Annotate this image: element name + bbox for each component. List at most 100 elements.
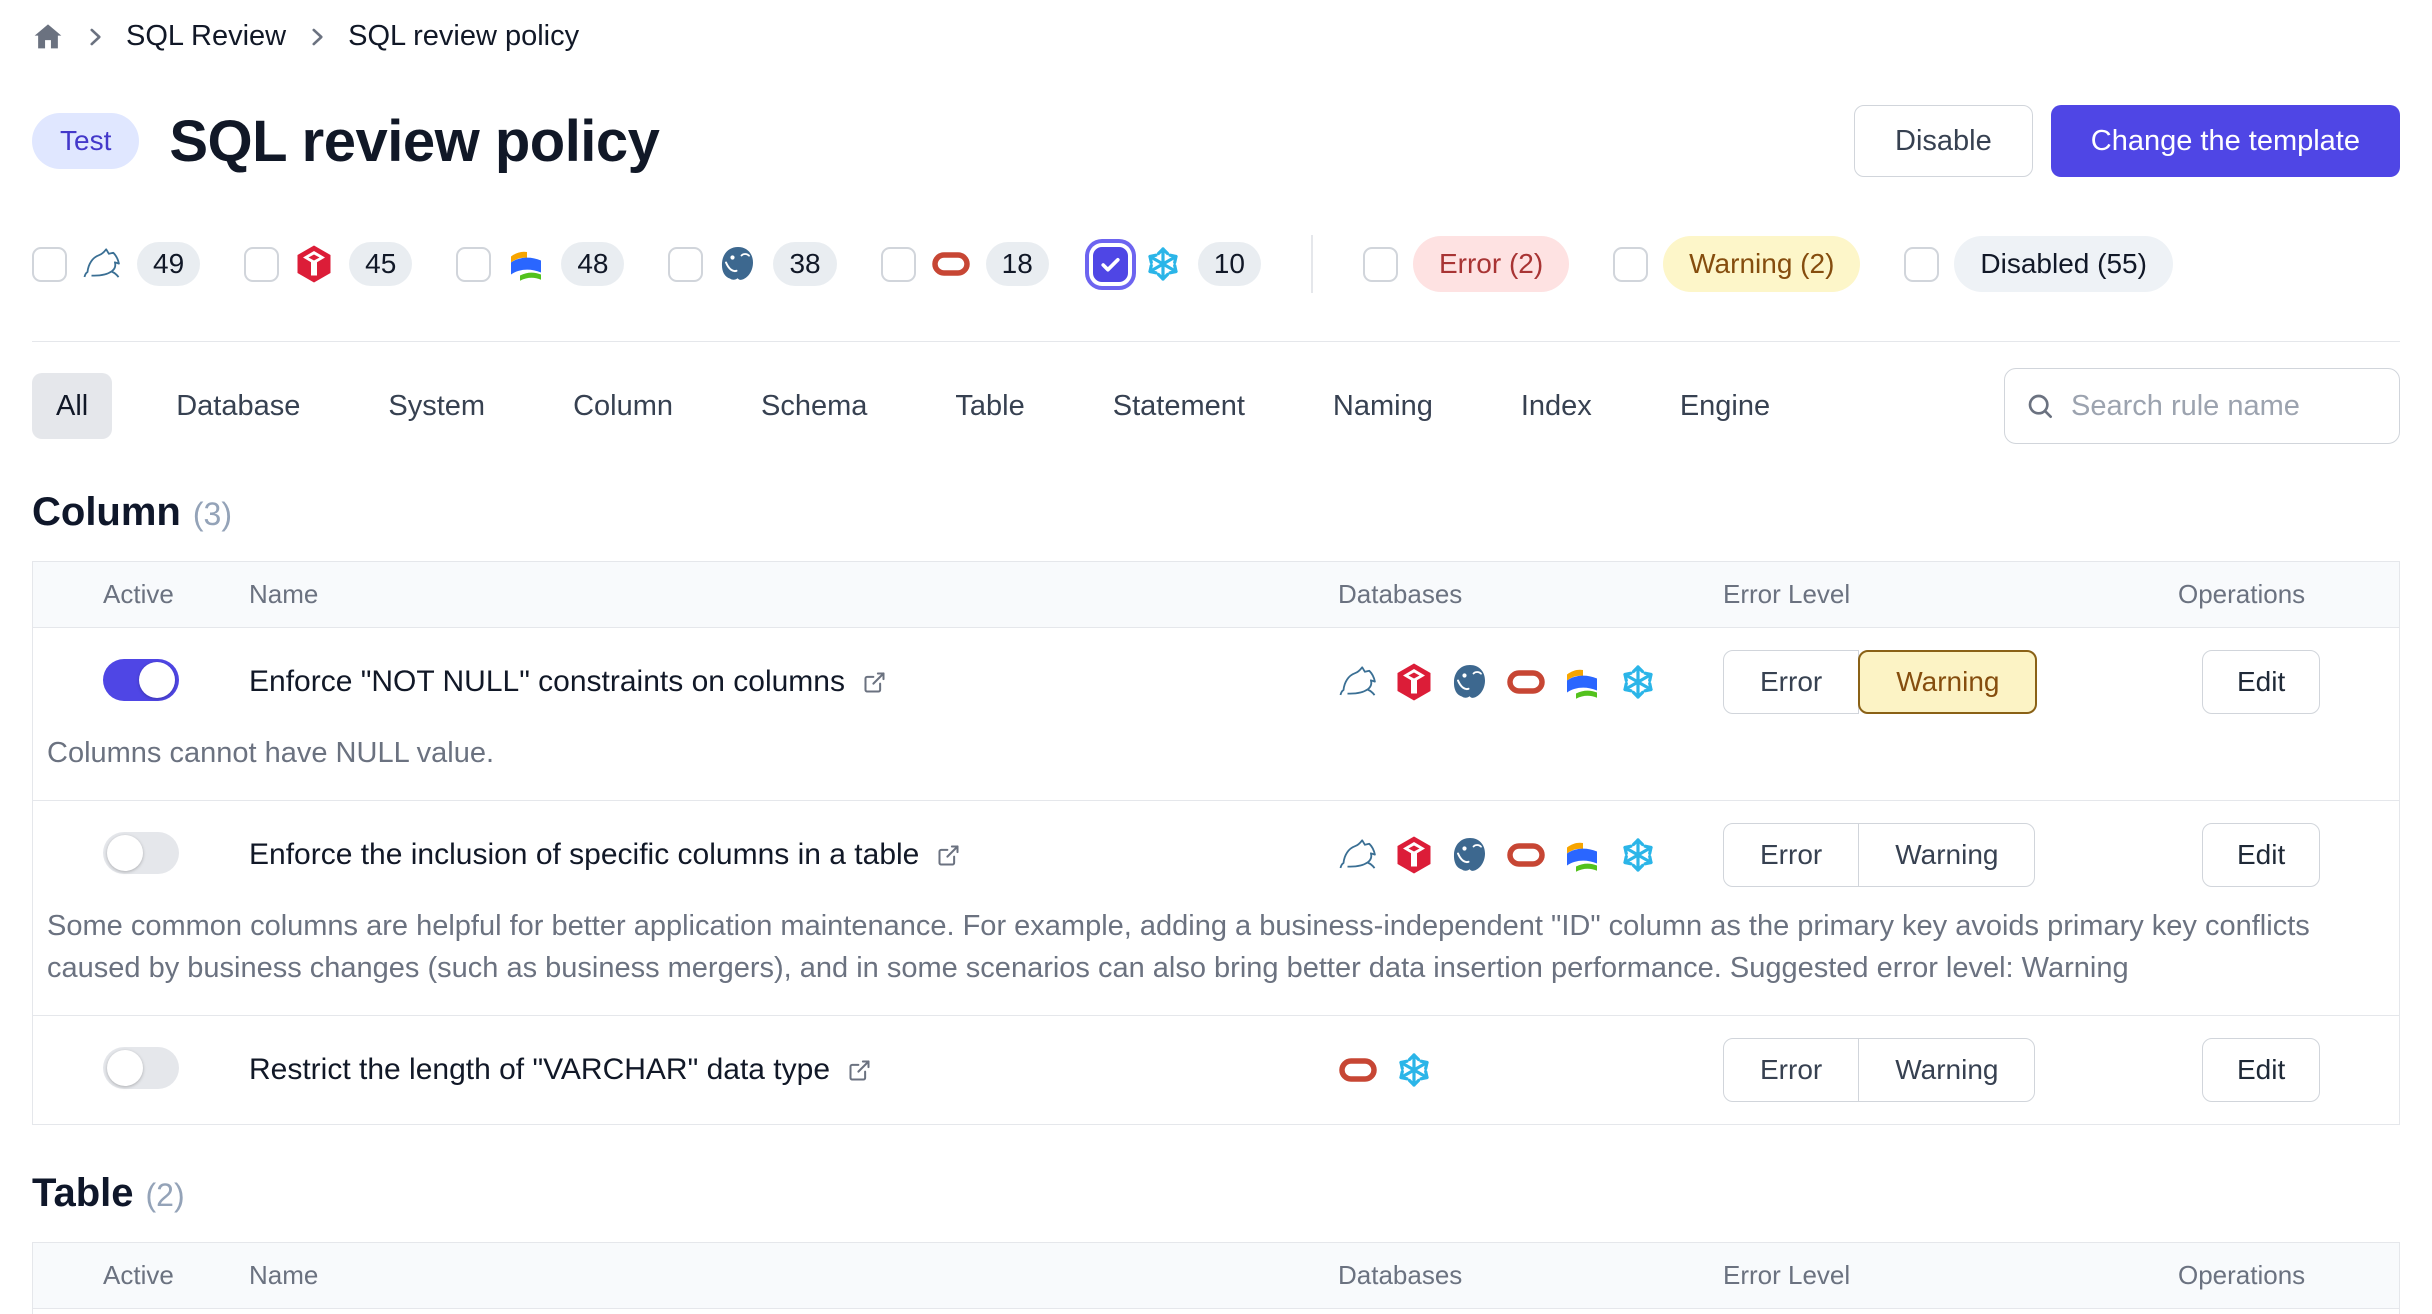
engine-rule-count: 48 <box>561 242 624 286</box>
external-link-icon[interactable] <box>935 842 962 869</box>
rule-name: Enforce "NOT NULL" constraints on column… <box>249 665 845 699</box>
tab-table[interactable]: Table <box>931 373 1048 439</box>
oracle-icon <box>1506 662 1546 702</box>
oracle-icon <box>931 244 971 284</box>
tab-statement[interactable]: Statement <box>1089 373 1269 439</box>
column-header: Databases <box>1338 1260 1723 1291</box>
toggle-knob <box>139 662 175 698</box>
tab-database[interactable]: Database <box>152 373 324 439</box>
home-icon[interactable] <box>32 21 64 53</box>
rules-table: ActiveNameDatabasesError LevelOperations… <box>32 1242 2400 1314</box>
postgres-icon <box>1450 835 1490 875</box>
oracle-icon <box>1338 1050 1378 1090</box>
search-input[interactable] <box>2004 368 2400 444</box>
rule-description: Columns cannot have NULL value. <box>33 732 2399 800</box>
column-header: Databases <box>1338 579 1723 610</box>
rules-table: ActiveNameDatabasesError LevelOperations… <box>32 561 2400 1125</box>
section-title: Column <box>32 490 181 535</box>
level-filter-checkbox[interactable] <box>1363 247 1398 282</box>
engine-filter-oceanbase[interactable]: 48 <box>456 242 624 286</box>
tab-engine[interactable]: Engine <box>1656 373 1794 439</box>
table-header-row: ActiveNameDatabasesError LevelOperations <box>33 562 2399 628</box>
tidb-icon <box>294 244 334 284</box>
engine-filter-checkbox[interactable] <box>881 247 916 282</box>
table-header-row: ActiveNameDatabasesError LevelOperations <box>33 1243 2399 1309</box>
oceanbase-icon <box>1562 835 1602 875</box>
engine-filter-postgres[interactable]: 38 <box>668 242 836 286</box>
tidb-icon <box>1394 662 1434 702</box>
tab-naming[interactable]: Naming <box>1309 373 1457 439</box>
mysql-icon <box>82 244 122 284</box>
postgres-icon <box>718 244 758 284</box>
column-header: Active <box>33 579 249 610</box>
edit-button[interactable]: Edit <box>2202 650 2320 714</box>
chevron-right-icon <box>82 24 108 50</box>
engine-rule-count: 45 <box>349 242 412 286</box>
engine-filter-checkbox[interactable] <box>456 247 491 282</box>
tab-all[interactable]: All <box>32 373 112 439</box>
error-level-button[interactable]: Error <box>1723 1038 1859 1102</box>
level-filter-checkbox[interactable] <box>1904 247 1939 282</box>
section-title: Table <box>32 1171 134 1216</box>
engine-filter-checkbox[interactable] <box>668 247 703 282</box>
search-box <box>2004 368 2400 444</box>
mysql-icon <box>1338 662 1378 702</box>
disable-button[interactable]: Disable <box>1854 105 2033 177</box>
level-filter-label: Error (2) <box>1413 236 1569 292</box>
error-level-button[interactable]: Error <box>1723 650 1859 714</box>
divider <box>32 341 2400 342</box>
warning-level-button[interactable]: Warning <box>1858 823 2035 887</box>
column-header: Operations <box>2178 579 2401 610</box>
engine-filter-checkbox[interactable] <box>244 247 279 282</box>
error-level-button[interactable]: Error <box>1723 823 1859 887</box>
oracle-icon <box>1506 835 1546 875</box>
page-title: SQL review policy <box>169 108 659 175</box>
tidb-icon <box>1394 835 1434 875</box>
warning-level-button[interactable]: Warning <box>1858 1038 2035 1102</box>
rule-row: Enforce "NOT NULL" constraints on column… <box>33 628 2399 801</box>
active-toggle[interactable] <box>103 832 179 874</box>
rule-name: Enforce the inclusion of specific column… <box>249 838 919 872</box>
rule-row: Enforce inclusion of primary key in a ta… <box>33 1309 2399 1314</box>
rule-databases <box>1338 835 1723 875</box>
active-toggle[interactable] <box>103 1047 179 1089</box>
external-link-icon[interactable] <box>846 1057 873 1084</box>
level-filter-label: Disabled (55) <box>1954 236 2173 292</box>
column-header: Error Level <box>1723 1260 2178 1291</box>
engine-filter-checkbox[interactable] <box>32 247 67 282</box>
level-filter-error[interactable]: Error (2) <box>1363 236 1569 292</box>
edit-button[interactable]: Edit <box>2202 1038 2320 1102</box>
rule-sections: Column (3) ActiveNameDatabasesError Leve… <box>32 490 2400 1314</box>
tab-system[interactable]: System <box>364 373 509 439</box>
snowflake-icon <box>1394 1050 1434 1090</box>
change-template-button[interactable]: Change the template <box>2051 105 2400 177</box>
engine-filter-snowflake[interactable]: 10 <box>1093 242 1261 286</box>
category-tabs: All Database System Column Schema Table … <box>32 373 1794 439</box>
tab-index[interactable]: Index <box>1497 373 1616 439</box>
section-count: (3) <box>193 496 232 533</box>
breadcrumb: SQL Review SQL review policy <box>32 0 2400 53</box>
column-header: Operations <box>2178 1260 2401 1291</box>
rule-name: Restrict the length of "VARCHAR" data ty… <box>249 1053 830 1087</box>
toggle-knob <box>107 1050 143 1086</box>
active-toggle[interactable] <box>103 659 179 701</box>
external-link-icon[interactable] <box>861 669 888 696</box>
engine-filter-tidb[interactable]: 45 <box>244 242 412 286</box>
tab-schema[interactable]: Schema <box>737 373 891 439</box>
engine-rule-count: 10 <box>1198 242 1261 286</box>
column-header: Active <box>33 1260 249 1291</box>
warning-level-button[interactable]: Warning <box>1858 650 2037 714</box>
snowflake-icon <box>1618 835 1658 875</box>
level-filter-warning[interactable]: Warning (2) <box>1613 236 1860 292</box>
engine-filter-oracle[interactable]: 18 <box>881 242 1049 286</box>
engine-filter-checkbox[interactable] <box>1093 247 1128 282</box>
mysql-icon <box>1338 835 1378 875</box>
level-filter-disabled[interactable]: Disabled (55) <box>1904 236 2173 292</box>
rule-section-table: Table (2) ActiveNameDatabasesError Level… <box>32 1171 2400 1314</box>
level-filter-checkbox[interactable] <box>1613 247 1648 282</box>
oceanbase-icon <box>1562 662 1602 702</box>
breadcrumb-sql-review[interactable]: SQL Review <box>126 20 286 53</box>
edit-button[interactable]: Edit <box>2202 823 2320 887</box>
tab-column[interactable]: Column <box>549 373 697 439</box>
engine-filter-mysql[interactable]: 49 <box>32 242 200 286</box>
